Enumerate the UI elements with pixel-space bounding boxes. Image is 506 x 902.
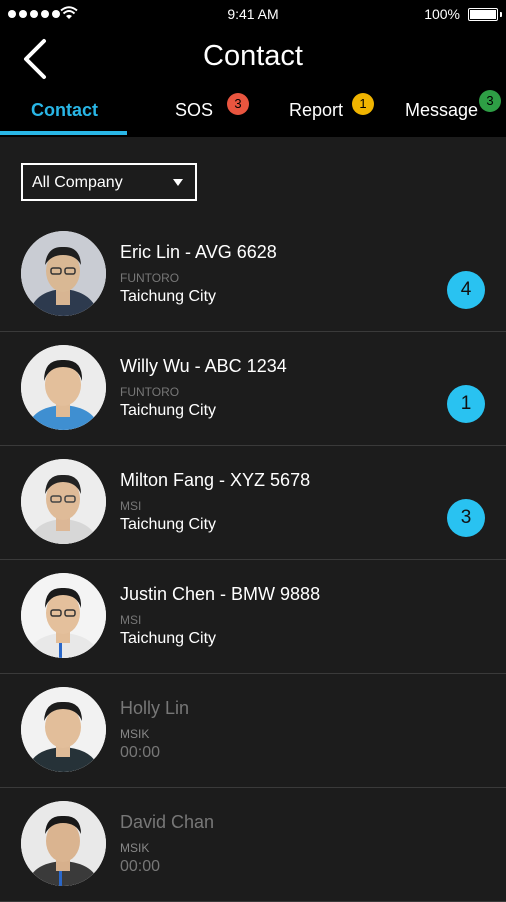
contact-name: Milton Fang - XYZ 5678 <box>120 470 311 490</box>
contact-city: Taichung City <box>120 288 217 305</box>
contact-name: Eric Lin - AVG 6628 <box>120 242 277 262</box>
avatar <box>21 687 106 772</box>
avatar <box>21 345 106 430</box>
contact-name: Willy Wu - ABC 1234 <box>120 356 287 376</box>
contact-city: Taichung City <box>120 630 217 647</box>
tab-message-label: Message <box>405 100 479 120</box>
contact-city: Taichung City <box>120 516 217 533</box>
contact-last-seen: 00:00 <box>120 858 161 875</box>
tab-contact-label: Contact <box>31 100 98 120</box>
sos-badge: 3 <box>227 93 249 115</box>
status-bar: 9:41 AM 100% <box>0 0 506 30</box>
page-title: Contact <box>203 40 303 72</box>
contact-name: Justin Chen - BMW 9888 <box>120 584 321 604</box>
contact-name: Holly Lin <box>120 698 190 718</box>
contact-name: David Chan <box>120 812 215 832</box>
avatar <box>21 231 106 316</box>
avatar <box>21 573 106 658</box>
contact-company: FUNTORO <box>120 385 180 399</box>
active-tab-indicator <box>0 131 127 135</box>
caret-down-icon <box>173 179 183 186</box>
contact-row[interactable]: Justin Chen - BMW 9888 MSI Taichung City <box>0 560 506 674</box>
contact-row[interactable]: Holly Lin MSIK 00:00 <box>0 674 506 788</box>
contact-last-seen: 00:00 <box>120 744 161 761</box>
tab-sos-label: SOS <box>175 100 214 120</box>
battery-icon <box>468 8 502 21</box>
unread-count-badge: 3 <box>447 499 485 537</box>
company-filter-label: All Company <box>32 174 123 191</box>
unread-count-badge: 1 <box>447 385 485 423</box>
contact-row[interactable]: Eric Lin - AVG 6628 FUNTORO Taichung Cit… <box>0 218 506 332</box>
contact-row[interactable]: Milton Fang - XYZ 5678 MSI Taichung City… <box>0 446 506 560</box>
tab-report-label: Report <box>289 100 344 120</box>
contact-company: FUNTORO <box>120 271 180 285</box>
contact-company: MSI <box>120 499 142 513</box>
contact-row[interactable]: Willy Wu - ABC 1234 FUNTORO Taichung Cit… <box>0 332 506 446</box>
contact-company: MSI <box>120 613 142 627</box>
message-badge: 3 <box>479 90 501 112</box>
contact-list: Eric Lin - AVG 6628 FUNTORO Taichung Cit… <box>0 218 506 902</box>
company-filter-dropdown[interactable]: All Company <box>21 163 197 201</box>
contact-company: MSIK <box>120 727 150 741</box>
battery-percent: 100% <box>424 6 460 22</box>
contact-city: Taichung City <box>120 402 217 419</box>
contact-row[interactable]: David Chan MSIK 00:00 <box>0 788 506 902</box>
avatar <box>21 801 106 886</box>
avatar <box>21 459 106 544</box>
report-badge: 1 <box>352 93 374 115</box>
contact-company: MSIK <box>120 841 150 855</box>
unread-count-badge: 4 <box>447 271 485 309</box>
